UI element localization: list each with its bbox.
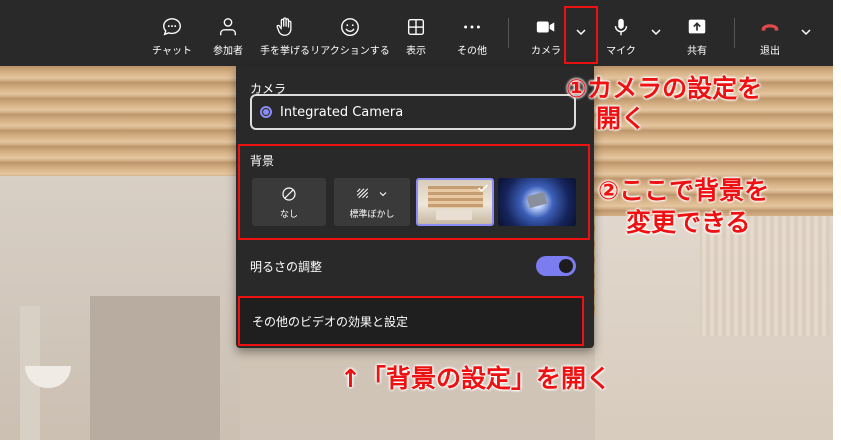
more-video-effects-button[interactable]: その他のビデオの効果と設定 (238, 296, 584, 346)
leave-label: 退出 (760, 46, 780, 57)
view-label: 表示 (406, 46, 426, 57)
annotation-step3: ↑「背景の設定」を開く (340, 364, 611, 393)
hang-up-icon (761, 24, 779, 31)
microphone-icon (614, 18, 628, 36)
ellipsis-icon (464, 25, 480, 29)
person-icon (219, 18, 237, 36)
background-blur-label: 標準ぼかし (349, 209, 395, 220)
toolbar-divider (734, 18, 735, 48)
camera-device-name: Integrated Camera (280, 104, 404, 120)
more-label: その他 (457, 46, 487, 57)
raise-hand-label: 手を挙げる (260, 46, 310, 57)
background-none-label: なし (279, 209, 298, 220)
annotation-step1-line1: ①カメラの設定を (566, 74, 763, 103)
chat-icon (163, 18, 181, 36)
blur-icon (356, 187, 369, 198)
leave-button[interactable]: 退出 (752, 0, 788, 66)
radio-selected-icon (260, 106, 272, 118)
annotation-step2-line1: ②ここで背景を (598, 176, 770, 205)
mic-button[interactable]: マイク (606, 0, 636, 66)
reactions-label: リアクションする (310, 46, 390, 57)
brightness-label: 明るさの調整 (250, 260, 323, 274)
checkmark-icon (477, 184, 489, 193)
camera-settings-dropdown: カメラ Integrated Camera 背景 なし 標準ぼかし 明るさの調整 (236, 66, 594, 348)
mic-label: マイク (606, 46, 636, 57)
chat-button[interactable]: チャット (150, 0, 194, 66)
background-section-title: 背景 (250, 154, 275, 168)
annotation-step2-line2: 変更できる (626, 208, 751, 237)
participants-button[interactable]: 参加者 (206, 0, 250, 66)
share-screen-icon (688, 19, 706, 34)
space-thumbnail (498, 178, 576, 226)
brightness-toggle[interactable] (536, 256, 576, 276)
participants-label: 参加者 (213, 46, 243, 57)
mic-options-chevron-icon[interactable] (648, 24, 664, 40)
camera-device-option[interactable]: Integrated Camera (250, 94, 576, 130)
more-button[interactable]: その他 (452, 0, 492, 66)
camera-label: カメラ (531, 46, 561, 57)
video-camera-icon (536, 21, 555, 33)
right-edge (833, 0, 841, 440)
chat-label: チャット (152, 46, 192, 57)
meeting-toolbar: チャット 参加者 手を挙げる リアクションする 表示 その他 カメラ マイク 共… (0, 0, 833, 66)
background-blur-tile[interactable]: 標準ぼかし (334, 178, 410, 226)
reactions-button[interactable]: リアクションする (310, 0, 390, 66)
background-space-image[interactable] (498, 178, 576, 226)
smile-icon (341, 18, 359, 36)
share-label: 共有 (687, 46, 707, 57)
toolbar-divider (508, 18, 509, 48)
view-button[interactable]: 表示 (398, 0, 434, 66)
chevron-down-icon (379, 191, 387, 196)
teams-meeting-window: チャット 参加者 手を挙げる リアクションする 表示 その他 カメラ マイク 共… (0, 0, 841, 440)
hand-icon (276, 17, 292, 36)
raise-hand-button[interactable]: 手を挙げる (258, 0, 312, 66)
grid-view-icon (407, 18, 425, 36)
annotation-step1-line2: 開く (596, 104, 647, 133)
leave-options-chevron-icon[interactable] (798, 24, 814, 40)
more-video-effects-label: その他のビデオの効果と設定 (252, 314, 409, 329)
camera-options-highlight (564, 6, 598, 64)
camera-button[interactable]: カメラ (528, 0, 564, 66)
background-none-tile[interactable]: なし (252, 178, 326, 226)
left-panel (90, 296, 220, 440)
prohibited-icon (282, 186, 296, 201)
share-button[interactable]: 共有 (680, 0, 714, 66)
background-room-image[interactable] (416, 178, 494, 226)
